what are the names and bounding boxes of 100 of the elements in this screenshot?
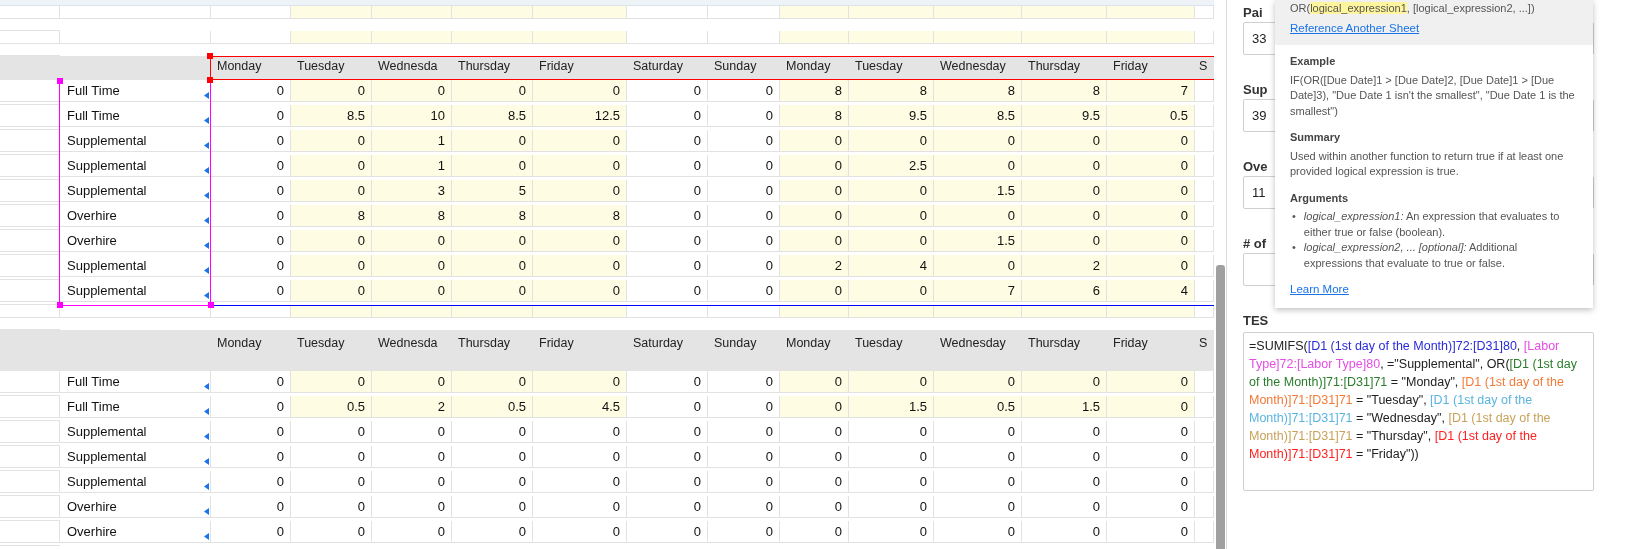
table-cell: 0 [1022,496,1107,519]
column-header: Friday [539,335,574,352]
table-cell [0,496,60,519]
selection-handle[interactable] [207,77,213,83]
table-cell: 7 [1107,80,1195,103]
table-cell: 0 [934,130,1022,153]
table-cell: 0 [1107,521,1195,544]
table-cell: 1.5 [934,180,1022,203]
learn-more-link[interactable]: Learn More [1290,282,1349,298]
table-cell: 0 [291,446,372,469]
table-cell [1195,205,1214,228]
table-cell: 0 [849,205,934,228]
list-bullet: • [1292,209,1296,224]
table-cell: 0 [849,521,934,544]
table-cell: 0 [533,80,627,103]
table-cell: 0 [1022,471,1107,494]
table-cell: 0 [780,521,849,544]
table-cell: 0 [934,421,1022,444]
table-cell: 0 [708,230,780,253]
table-cell: 8 [780,105,849,128]
table-cell: 0.5 [934,396,1022,419]
reference-sheet-link[interactable]: Reference Another Sheet [1290,21,1420,34]
table-cell: 0 [627,446,708,469]
dropdown-indicator-icon[interactable] [204,408,209,415]
table-cell: 2.5 [849,155,934,178]
dropdown-indicator-icon[interactable] [204,508,209,515]
table-cell: 0 [211,255,291,278]
table-cell: 0 [533,155,627,178]
table-cell: 0 [452,280,533,303]
table-cell: 0 [1022,446,1107,469]
table-cell [0,396,60,419]
dropdown-indicator-icon[interactable] [204,458,209,465]
table-cell: 8 [849,80,934,103]
table-cell[interactable]: Full Time [60,396,211,419]
table-cell: 0 [533,230,627,253]
table-cell: 0 [708,371,780,394]
table-cell [1195,155,1214,178]
table-cell: 0 [211,421,291,444]
table-cell: 0 [1022,155,1107,178]
table-cell: 0 [452,130,533,153]
table-cell[interactable]: Overhire [60,496,211,519]
table-cell: 2 [372,396,452,419]
table-cell: 8 [291,205,372,228]
scrollbar-thumb[interactable] [1216,265,1225,549]
table-cell: 0 [291,80,372,103]
table-cell: 0 [372,421,452,444]
table-cell: 0 [211,471,291,494]
table-cell: 0 [533,371,627,394]
table-cell: 0 [452,371,533,394]
table-cell: 7 [934,280,1022,303]
table-cell: 0 [708,205,780,228]
table-cell: 0 [291,230,372,253]
table-cell: 0 [708,471,780,494]
table-cell: 0 [452,255,533,278]
table-cell: 0 [934,521,1022,544]
table-cell: 9.5 [1022,105,1107,128]
table-cell: 0 [1022,130,1107,153]
section-heading: Arguments [1290,190,1350,206]
table-cell: 0 [1107,155,1195,178]
table-cell: 0 [627,155,708,178]
table-cell: 0 [708,521,780,544]
table-cell[interactable]: Supplemental [60,421,211,444]
table-cell: 0 [1107,230,1195,253]
dropdown-indicator-icon[interactable] [204,533,209,540]
table-cell: 0 [849,280,934,303]
dropdown-indicator-icon[interactable] [204,383,209,390]
selection-handle[interactable] [57,302,63,308]
section-heading: Summary [1290,130,1342,145]
table-cell: 0 [452,471,533,494]
table-cell: 0 [849,446,934,469]
table-cell[interactable]: Overhire [60,521,211,544]
selection-handle[interactable] [208,302,214,308]
table-cell: 0 [291,371,372,394]
table-cell: 0.5 [291,396,372,419]
table-cell: 10 [372,105,452,128]
table-cell[interactable]: Full Time [60,371,211,394]
table-cell: 0 [627,180,708,203]
table-cell: 8.5 [934,105,1022,128]
selection-handle[interactable] [207,53,213,59]
table-cell[interactable]: Supplemental [60,446,211,469]
column-header: Sunday [714,58,757,76]
column-header: Sunday [714,335,757,352]
dropdown-indicator-icon[interactable] [204,433,209,440]
table-cell: 8 [372,205,452,228]
dropdown-indicator-icon[interactable] [204,483,209,490]
column-header: Monday [786,58,831,76]
selection-handle[interactable] [57,78,63,84]
table-cell[interactable]: Supplemental [60,471,211,494]
table-cell: 1.5 [1022,396,1107,419]
table-cell: 0 [533,280,627,303]
table-cell: 0 [372,446,452,469]
column-header: Saturday [633,335,684,352]
table-cell: 0 [708,180,780,203]
table-cell [0,305,60,318]
field-label: # of [1243,236,1267,251]
formula-field[interactable]: =SUMIFS([D1 (1st day of the Month)]72:[D31]80, [Labor Type]72:[Labor Type]80, ="Supplemental", OR([D1 (1st day of the Month)]71:[D31]71 = "Monday", [D1 (1st day of the Month)]71:[D31]71 = "Tuesday", [D1 (1st day of the Month)]71:[D31]71 = "Wednesday", [D1 (1st day of the Month)]71:[D31]71 = "Thursday", [D1 (1st day of the Month)]71:[D31]71 = "Friday")) [1243,332,1594,491]
table-cell: 0 [211,521,291,544]
table-cell: 0 [1107,496,1195,519]
table-cell: 8.5 [452,105,533,128]
table-cell: 0 [627,396,708,419]
